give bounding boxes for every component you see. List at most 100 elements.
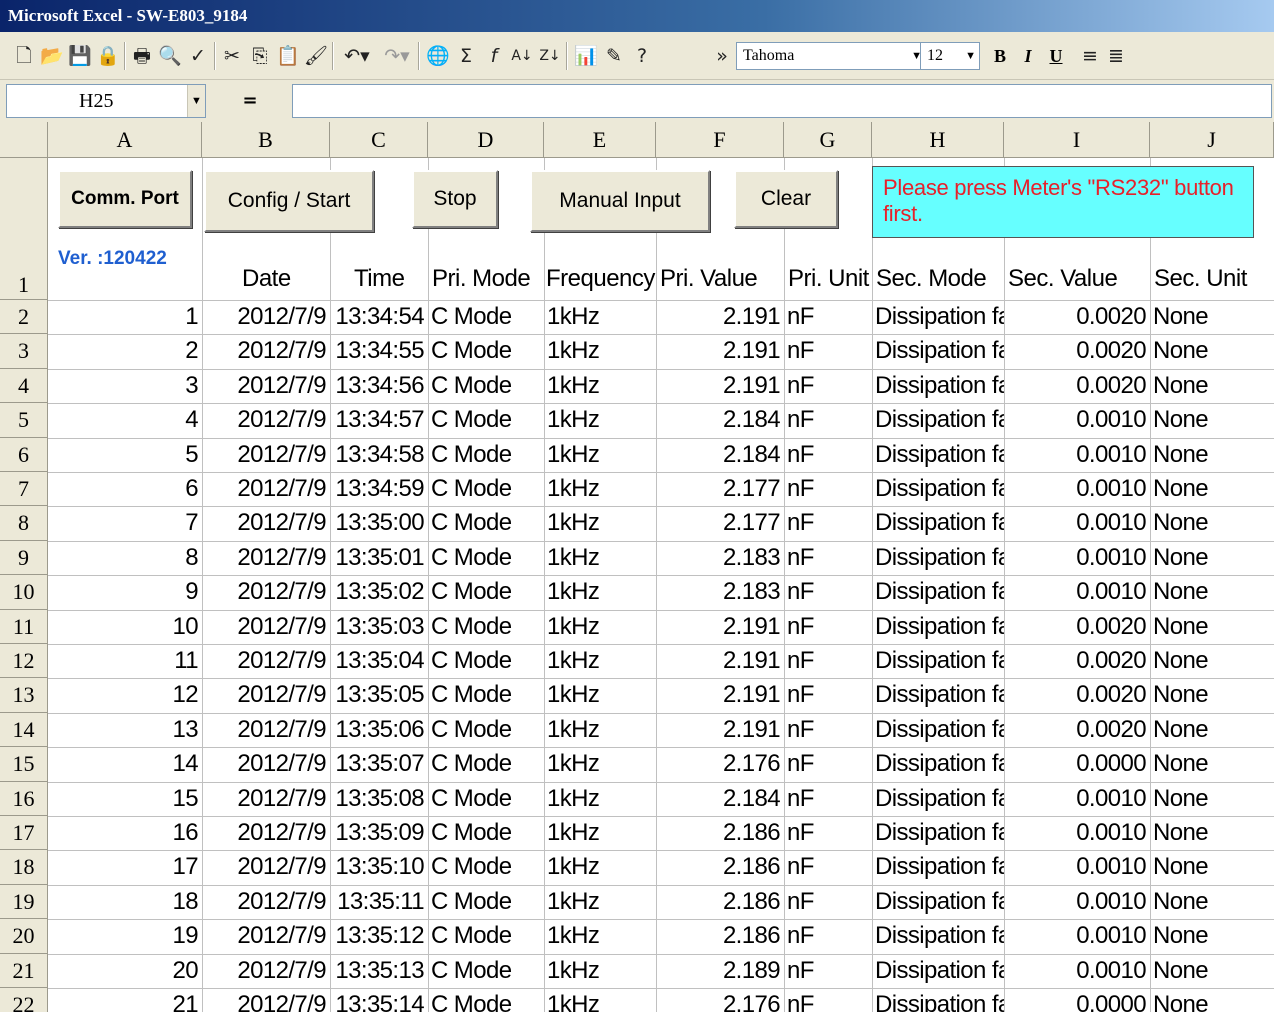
table-cell[interactable]: 1kHz: [544, 334, 656, 368]
row-header-12[interactable]: 12: [0, 644, 48, 679]
table-cell[interactable]: C Mode: [428, 885, 544, 919]
table-cell[interactable]: C Mode: [428, 438, 544, 472]
align-left-icon[interactable]: ≡: [1078, 42, 1102, 70]
table-cell[interactable]: Dissipation fact: [872, 988, 1004, 1012]
table-cell[interactable]: nF: [784, 369, 872, 403]
font-name-box[interactable]: Tahoma ▼: [736, 42, 926, 70]
table-cell[interactable]: 2012/7/9: [202, 403, 330, 437]
table-cell[interactable]: 2.186: [656, 885, 784, 919]
table-cell[interactable]: 0.0020: [1004, 610, 1150, 644]
table-cell[interactable]: 2012/7/9: [202, 678, 330, 712]
table-cell[interactable]: 1: [48, 300, 202, 334]
table-cell[interactable]: Dissipation fact: [872, 885, 1004, 919]
table-cell[interactable]: 13:35:14: [330, 988, 428, 1012]
table-cell[interactable]: 11: [48, 644, 202, 678]
column-header-j[interactable]: J: [1150, 122, 1274, 158]
sort-descending-icon[interactable]: Z↓: [538, 42, 562, 70]
name-box[interactable]: H25 ▼: [6, 84, 206, 118]
table-cell[interactable]: 13:34:58: [330, 438, 428, 472]
row-header-9[interactable]: 9: [0, 540, 48, 576]
table-cell[interactable]: nF: [784, 438, 872, 472]
table-cell[interactable]: 2: [48, 334, 202, 368]
table-cell[interactable]: 8: [48, 541, 202, 575]
table-cell[interactable]: 0.0010: [1004, 438, 1150, 472]
row-header-20[interactable]: 20: [0, 919, 48, 954]
save-icon[interactable]: 💾: [68, 42, 92, 70]
table-cell[interactable]: nF: [784, 678, 872, 712]
table-cell[interactable]: 13:35:02: [330, 575, 428, 609]
table-cell[interactable]: 0.0010: [1004, 816, 1150, 850]
column-header-f[interactable]: F: [656, 122, 784, 158]
formula-input[interactable]: [292, 84, 1272, 118]
table-cell[interactable]: None: [1150, 472, 1274, 506]
column-header-g[interactable]: G: [784, 122, 872, 158]
table-cell[interactable]: Dissipation fact: [872, 300, 1004, 334]
column-header-c[interactable]: C: [330, 122, 428, 158]
table-cell[interactable]: C Mode: [428, 541, 544, 575]
table-cell[interactable]: 2012/7/9: [202, 575, 330, 609]
table-cell[interactable]: 2012/7/9: [202, 713, 330, 747]
row-header-3[interactable]: 3: [0, 334, 48, 369]
table-cell[interactable]: 0.0020: [1004, 334, 1150, 368]
table-cell[interactable]: 6: [48, 472, 202, 506]
table-cell[interactable]: 2.189: [656, 954, 784, 988]
table-cell[interactable]: C Mode: [428, 782, 544, 816]
table-cell[interactable]: 2.184: [656, 403, 784, 437]
underline-button[interactable]: U: [1044, 42, 1068, 70]
table-cell[interactable]: 2.191: [656, 644, 784, 678]
table-cell[interactable]: 1kHz: [544, 782, 656, 816]
table-cell[interactable]: 2012/7/9: [202, 334, 330, 368]
column-header-b[interactable]: B: [202, 122, 330, 158]
column-header-i[interactable]: I: [1004, 122, 1150, 158]
table-cell[interactable]: 13:35:05: [330, 678, 428, 712]
table-cell[interactable]: Dissipation fact: [872, 610, 1004, 644]
toolbar-options-icon[interactable]: »: [710, 42, 734, 70]
table-cell[interactable]: 0.0020: [1004, 713, 1150, 747]
table-cell[interactable]: C Mode: [428, 472, 544, 506]
row-header-6[interactable]: 6: [0, 437, 48, 472]
table-cell[interactable]: 1kHz: [544, 644, 656, 678]
row-header-15[interactable]: 15: [0, 747, 48, 782]
table-cell[interactable]: None: [1150, 988, 1274, 1012]
table-cell[interactable]: 13:35:01: [330, 541, 428, 575]
table-cell[interactable]: Dissipation fact: [872, 472, 1004, 506]
table-cell[interactable]: nF: [784, 300, 872, 334]
table-cell[interactable]: C Mode: [428, 678, 544, 712]
table-cell[interactable]: 13:34:59: [330, 472, 428, 506]
table-cell[interactable]: Dissipation fact: [872, 678, 1004, 712]
table-cell[interactable]: None: [1150, 850, 1274, 884]
table-cell[interactable]: 0.0010: [1004, 541, 1150, 575]
table-cell[interactable]: nF: [784, 472, 872, 506]
bold-button[interactable]: B: [988, 42, 1012, 70]
table-cell[interactable]: None: [1150, 610, 1274, 644]
table-cell[interactable]: 5: [48, 438, 202, 472]
table-cell[interactable]: 0.0010: [1004, 850, 1150, 884]
table-cell[interactable]: 13:35:09: [330, 816, 428, 850]
stop-button[interactable]: Stop: [412, 170, 498, 228]
table-cell[interactable]: 2.191: [656, 300, 784, 334]
clear-button[interactable]: Clear: [734, 170, 838, 228]
table-cell[interactable]: 2.191: [656, 369, 784, 403]
table-cell[interactable]: 7: [48, 506, 202, 540]
table-cell[interactable]: 1kHz: [544, 713, 656, 747]
chart-wizard-icon[interactable]: 📊: [574, 42, 598, 70]
drawing-icon[interactable]: ✎: [602, 42, 626, 70]
table-cell[interactable]: None: [1150, 816, 1274, 850]
row-header-16[interactable]: 16: [0, 781, 48, 816]
table-cell[interactable]: C Mode: [428, 300, 544, 334]
row-header-8[interactable]: 8: [0, 506, 48, 541]
table-cell[interactable]: nF: [784, 575, 872, 609]
table-cell[interactable]: nF: [784, 610, 872, 644]
table-cell[interactable]: 0.0020: [1004, 300, 1150, 334]
row-header-14[interactable]: 14: [0, 712, 48, 748]
table-cell[interactable]: 2012/7/9: [202, 369, 330, 403]
table-cell[interactable]: 2.186: [656, 919, 784, 953]
table-cell[interactable]: 14: [48, 747, 202, 781]
table-cell[interactable]: 0.0000: [1004, 747, 1150, 781]
table-cell[interactable]: 1kHz: [544, 919, 656, 953]
table-cell[interactable]: Dissipation fact: [872, 438, 1004, 472]
table-cell[interactable]: C Mode: [428, 850, 544, 884]
table-cell[interactable]: 1kHz: [544, 988, 656, 1012]
table-cell[interactable]: nF: [784, 713, 872, 747]
table-cell[interactable]: C Mode: [428, 369, 544, 403]
